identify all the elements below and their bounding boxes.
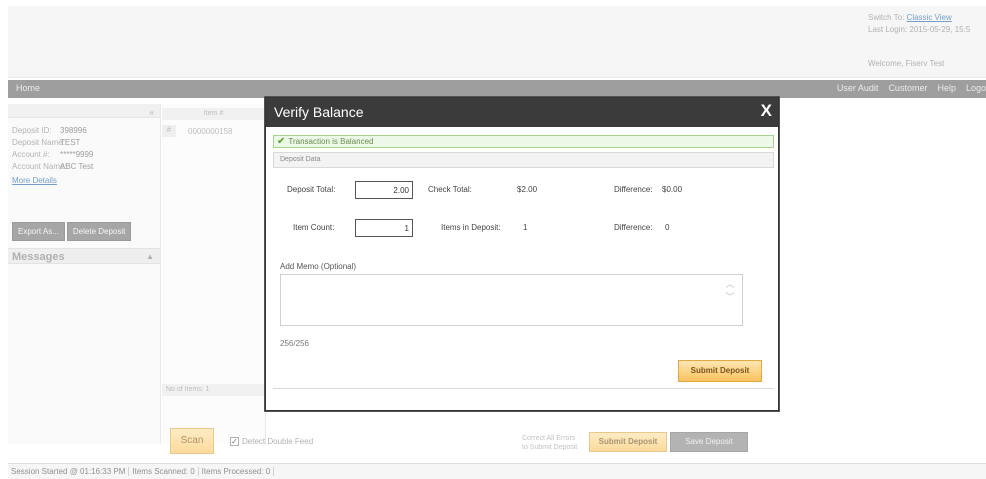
deposit-data-header: Deposit Data bbox=[273, 152, 774, 168]
verify-balance-modal: Verify Balance X ✔ Transaction is Balanc… bbox=[265, 97, 779, 411]
divider bbox=[273, 388, 774, 389]
balanced-banner: ✔ Transaction is Balanced bbox=[273, 135, 774, 148]
memo-label: Add Memo (Optional) bbox=[280, 262, 357, 271]
modal-title: Verify Balance bbox=[274, 104, 364, 120]
deposit-total-row: Deposit Total: Check Total: $2.00 Differ… bbox=[273, 181, 774, 201]
item-count-label: Item Count: bbox=[293, 223, 335, 232]
memo-textarea[interactable] bbox=[280, 274, 743, 326]
deposit-total-label: Deposit Total: bbox=[287, 185, 336, 194]
difference-amount-label: Difference: bbox=[614, 185, 653, 194]
difference-count-value: 0 bbox=[665, 223, 670, 232]
checkmark-icon: ✔ bbox=[277, 136, 286, 147]
check-total-value: $2.00 bbox=[517, 185, 538, 194]
difference-amount-value: $0.00 bbox=[662, 185, 683, 194]
close-icon[interactable]: X bbox=[761, 101, 772, 121]
memo-scrollbar[interactable]: ︿ ﹀ bbox=[723, 278, 737, 320]
balanced-message: Transaction is Balanced bbox=[288, 137, 374, 146]
item-count-input[interactable] bbox=[355, 219, 413, 237]
deposit-total-input[interactable] bbox=[355, 181, 413, 199]
check-total-label: Check Total: bbox=[428, 185, 472, 194]
item-count-row: Item Count: Items in Deposit: 1 Differen… bbox=[273, 219, 774, 239]
items-in-deposit-value: 1 bbox=[523, 223, 528, 232]
difference-count-label: Difference: bbox=[614, 223, 653, 232]
scroll-up-icon[interactable]: ︿ bbox=[723, 278, 737, 291]
modal-submit-deposit-button[interactable]: Submit Deposit bbox=[678, 360, 762, 382]
scroll-down-icon[interactable]: ﹀ bbox=[723, 291, 737, 304]
items-in-deposit-label: Items in Deposit: bbox=[441, 223, 501, 232]
char-counter: 256/256 bbox=[280, 339, 309, 348]
modal-header: Verify Balance X bbox=[266, 98, 778, 127]
